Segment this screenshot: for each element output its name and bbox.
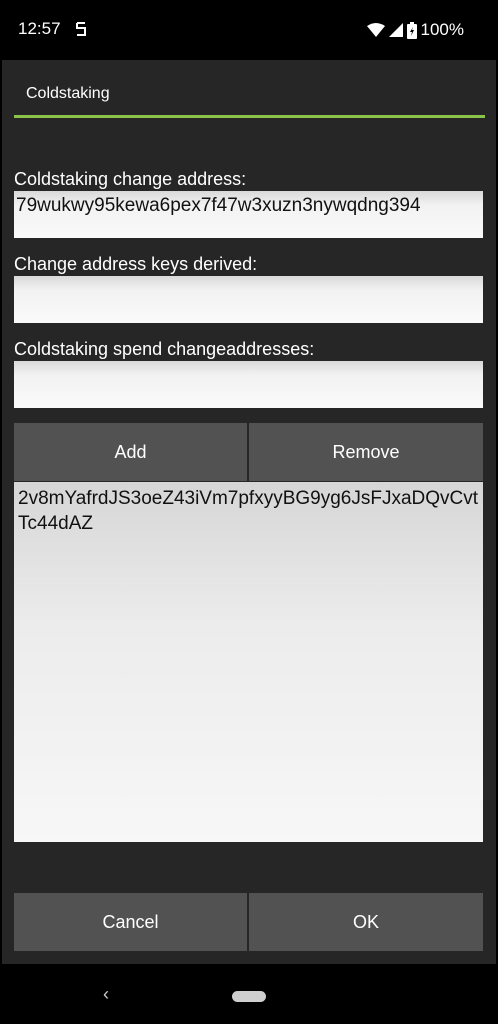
navigation-bar: ‹ [0, 964, 498, 1024]
dialog-title: Coldstaking [26, 85, 110, 102]
status-bar: 12:57 100% [0, 0, 498, 60]
home-pill-icon[interactable] [232, 991, 266, 1002]
change-address-field[interactable]: 79wukwy95kewa6pex7f47w3xuzn3nywqdng394 [14, 191, 483, 238]
add-button[interactable]: Add [14, 423, 247, 481]
ok-button[interactable]: OK [249, 893, 483, 951]
keys-derived-label: Change address keys derived: [14, 254, 258, 274]
coldstaking-dialog: Coldstaking Coldstaking change address: … [2, 60, 496, 964]
cancel-button[interactable]: Cancel [14, 893, 247, 951]
remove-button[interactable]: Remove [249, 423, 483, 481]
cell-signal-icon [388, 23, 403, 37]
change-address-label: Coldstaking change address: [14, 169, 247, 189]
battery-percent: 100% [420, 20, 464, 39]
battery-icon [406, 21, 417, 39]
wifi-icon [366, 23, 385, 37]
list-item[interactable]: 2v8mYafrdJS3oeZ43iVm7pfxyyBG9yg6JsFJxaDQ… [18, 486, 479, 536]
title-divider [14, 115, 485, 118]
status-icons: 100% [366, 19, 464, 41]
keys-derived-field[interactable] [14, 276, 483, 323]
spend-addresses-field[interactable] [14, 361, 483, 408]
spend-address-list[interactable]: 2v8mYafrdJS3oeZ43iVm7pfxyyBG9yg6JsFJxaDQ… [14, 482, 483, 842]
spend-addresses-label: Coldstaking spend changeaddresses: [14, 339, 315, 359]
back-icon[interactable]: ‹ [103, 984, 109, 1005]
status-time: 12:57 [18, 19, 61, 38]
app-notification-icon [74, 20, 88, 38]
